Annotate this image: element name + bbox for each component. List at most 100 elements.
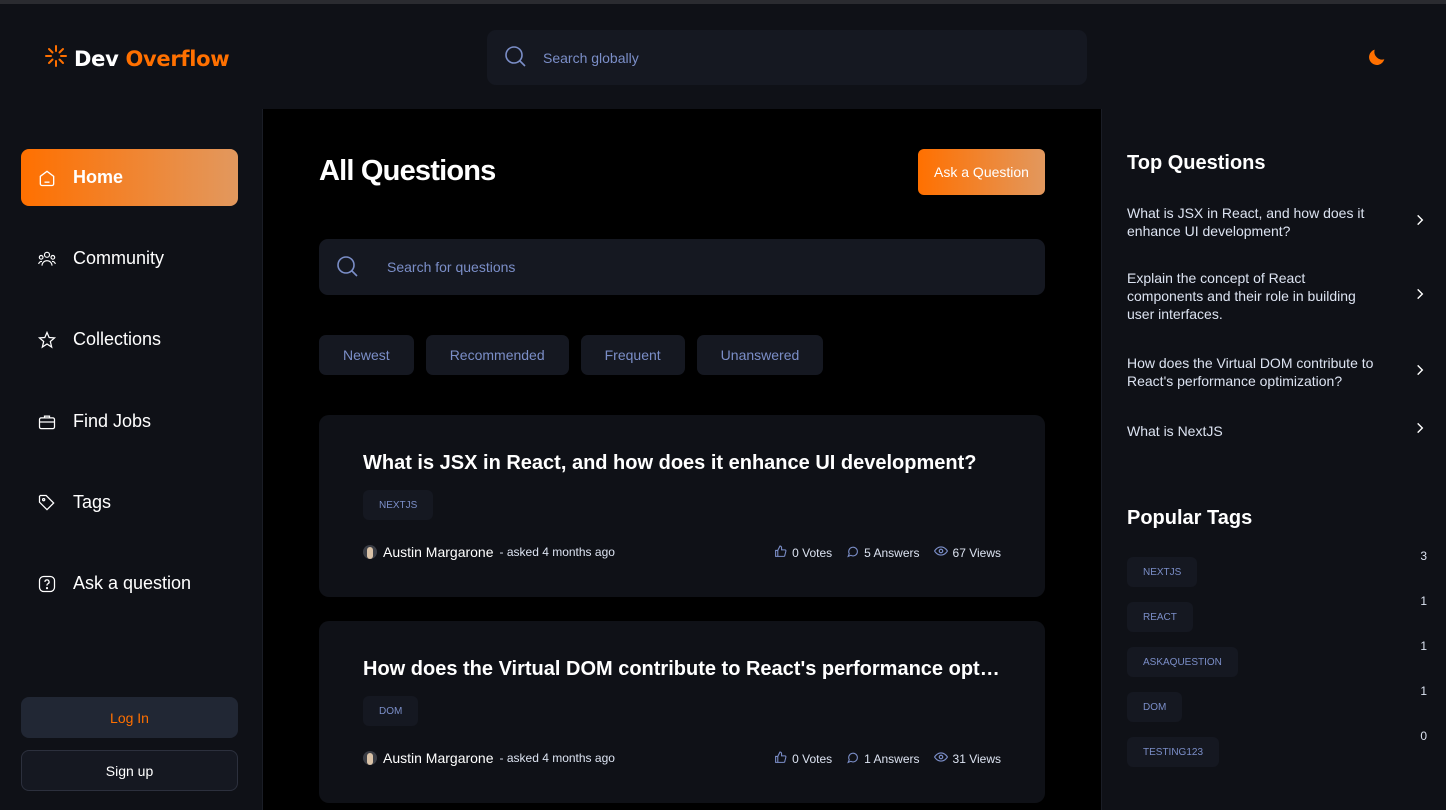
ask-question-button[interactable]: Ask a Question — [918, 149, 1045, 195]
sidebar-item-label: Collections — [73, 329, 162, 349]
question-title[interactable]: How does the Virtual DOM contribute to R… — [363, 658, 1003, 681]
sidebar-item-collections[interactable]: Collections — [21, 311, 238, 368]
popular-tag-count: 0 — [1420, 729, 1427, 743]
eye-icon — [933, 544, 948, 561]
popular-tag[interactable]: ASKAQUESTION — [1127, 647, 1238, 677]
popular-tag-row[interactable]: NEXTJS 3 — [1127, 549, 1427, 587]
tag-icon — [37, 493, 57, 513]
top-question-text: What is JSX in React, and how does it en… — [1127, 205, 1365, 239]
chevron-right-icon — [1413, 363, 1427, 382]
popular-tag-row[interactable]: TESTING123 0 — [1127, 729, 1427, 767]
home-icon — [37, 168, 57, 188]
popular-tag[interactable]: NEXTJS — [1127, 557, 1198, 587]
views-metric: 67 Views — [933, 544, 1001, 561]
chevron-right-icon — [1413, 213, 1427, 232]
message-icon — [846, 751, 859, 767]
popular-tag[interactable]: REACT — [1127, 602, 1193, 632]
sidebar-item-label: Find Jobs — [73, 411, 152, 431]
top-question-item[interactable]: How does the Virtual DOM contribute to R… — [1127, 354, 1427, 390]
logo-text-dev: Dev — [74, 46, 119, 71]
popular-tag-row[interactable]: DOM 1 — [1127, 684, 1427, 722]
views-metric: 31 Views — [933, 750, 1001, 767]
main-content: All Questions Ask a Question Search for … — [263, 109, 1101, 810]
users-icon — [37, 249, 57, 269]
sidebar-item-label: Community — [73, 248, 165, 268]
global-search-placeholder: Search globally — [543, 49, 639, 66]
question-search-input[interactable]: Search for questions — [319, 239, 1045, 295]
question-title[interactable]: What is JSX in React, and how does it en… — [363, 452, 1003, 475]
popular-tag-count: 1 — [1420, 639, 1427, 653]
popular-tag[interactable]: TESTING123 — [1127, 737, 1220, 767]
sidebar-item-tags[interactable]: Tags — [21, 474, 238, 531]
filter-frequent[interactable]: Frequent — [580, 335, 685, 375]
search-icon — [335, 254, 359, 281]
global-search-input[interactable]: Search globally — [487, 30, 1087, 85]
top-question-item[interactable]: What is NextJS — [1127, 421, 1427, 440]
answers-metric: 5 Answers — [846, 544, 920, 561]
filter-bar: Newest Recommended Frequent Unanswered — [319, 335, 824, 375]
left-sidebar: Home Community Collections Find Jobs Tag… — [0, 109, 263, 810]
eye-icon — [933, 750, 948, 767]
popular-tag-row[interactable]: REACT 1 — [1127, 594, 1427, 632]
popular-tag-row[interactable]: ASKAQUESTION 1 — [1127, 639, 1427, 677]
answers-count: 1 Answers — [864, 751, 920, 766]
avatar — [363, 751, 377, 765]
sidebar-item-community[interactable]: Community — [21, 230, 238, 287]
page-title: All Questions — [319, 155, 496, 187]
question-metrics: 0 Votes 1 Answers 31 Views — [774, 750, 1001, 767]
sidebar-item-label: Home — [73, 167, 124, 187]
top-question-text: How does the Virtual DOM contribute to R… — [1127, 355, 1374, 389]
popular-tag[interactable]: DOM — [1127, 692, 1183, 722]
sidebar-item-home[interactable]: Home — [21, 149, 238, 206]
login-button[interactable]: Log In — [21, 697, 238, 738]
chevron-right-icon — [1413, 287, 1427, 306]
question-tag[interactable]: NEXTJS — [363, 490, 434, 520]
top-questions-heading: Top Questions — [1127, 152, 1266, 174]
question-icon — [37, 574, 57, 594]
chevron-right-icon — [1413, 421, 1427, 440]
avatar — [363, 545, 377, 559]
question-card[interactable]: What is JSX in React, and how does it en… — [319, 415, 1045, 597]
right-sidebar: Top Questions What is JSX in React, and … — [1101, 109, 1446, 810]
message-icon — [846, 545, 859, 561]
top-question-item[interactable]: What is JSX in React, and how does it en… — [1127, 204, 1427, 240]
author-name: Austin Margarone — [383, 750, 494, 766]
sidebar-item-label: Ask a question — [73, 573, 192, 593]
popular-tag-count: 1 — [1420, 684, 1427, 698]
star-icon — [37, 330, 57, 350]
answers-count: 5 Answers — [864, 545, 920, 560]
votes-metric: 0 Votes — [774, 750, 832, 767]
navbar: Dev Overflow Search globally — [0, 4, 1446, 109]
views-count: 67 Views — [952, 545, 1001, 560]
logo-text: Dev Overflow — [74, 46, 230, 71]
top-question-text: Explain the concept of React components … — [1127, 270, 1356, 322]
search-icon — [503, 44, 527, 71]
sidebar-item-label: Tags — [73, 492, 112, 512]
votes-count: 0 Votes — [792, 751, 833, 766]
top-question-item[interactable]: Explain the concept of React components … — [1127, 269, 1427, 323]
thumbs-up-icon — [774, 751, 787, 767]
views-count: 31 Views — [952, 751, 1001, 766]
question-author[interactable]: Austin Margarone - asked 4 months ago — [363, 544, 615, 560]
sidebar-item-find-jobs[interactable]: Find Jobs — [21, 393, 238, 450]
theme-toggle-button[interactable] — [1364, 46, 1390, 72]
thumbs-up-icon — [774, 545, 787, 561]
logo[interactable]: Dev Overflow — [44, 44, 230, 73]
votes-count: 0 Votes — [792, 545, 833, 560]
filter-newest[interactable]: Newest — [319, 335, 414, 375]
filter-unanswered[interactable]: Unanswered — [696, 335, 824, 375]
sidebar-item-ask-question[interactable]: Ask a question — [21, 555, 238, 612]
logo-text-overflow: Overflow — [125, 46, 230, 71]
logo-icon — [44, 44, 68, 73]
question-search-placeholder: Search for questions — [387, 259, 516, 275]
asked-time: - asked 4 months ago — [499, 751, 615, 765]
question-author[interactable]: Austin Margarone - asked 4 months ago — [363, 750, 615, 766]
suitcase-icon — [37, 412, 57, 432]
filter-recommended[interactable]: Recommended — [425, 335, 569, 375]
question-card[interactable]: How does the Virtual DOM contribute to R… — [319, 621, 1045, 803]
question-tag[interactable]: DOM — [363, 696, 419, 726]
signup-button[interactable]: Sign up — [21, 750, 238, 791]
votes-metric: 0 Votes — [774, 544, 832, 561]
moon-icon — [1366, 46, 1388, 73]
asked-time: - asked 4 months ago — [499, 545, 615, 559]
